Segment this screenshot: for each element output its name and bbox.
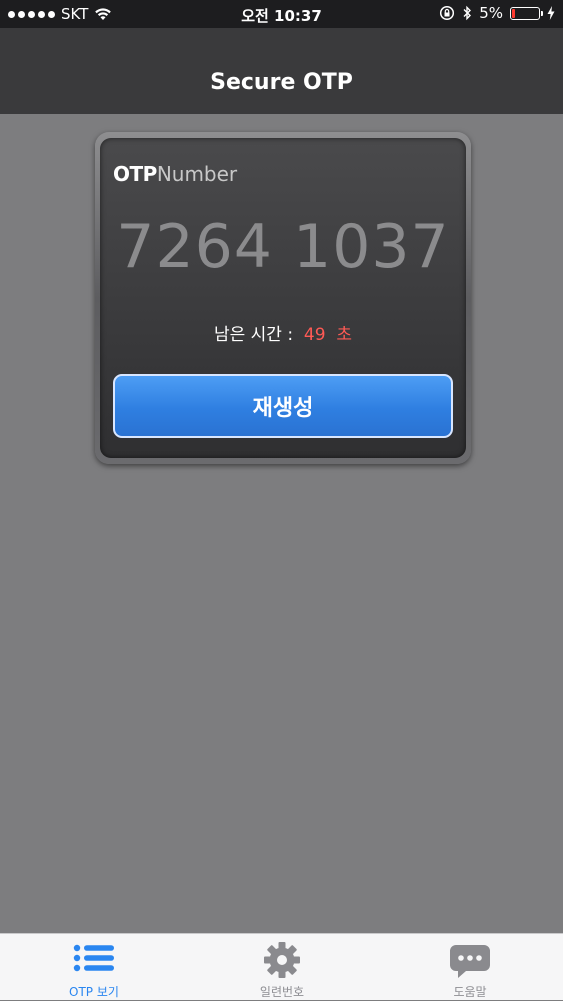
status-right: 5% [439, 4, 555, 22]
status-bar: SKT 오전 10:37 5% [0, 0, 563, 28]
charging-bolt-icon [547, 6, 555, 20]
remaining-time-label: 남은 시간 : [213, 325, 294, 345]
page-title: Secure OTP [210, 70, 353, 95]
otp-card: OTPNumber 7264 1037 남은 시간 : 49 초 재생성 [100, 138, 466, 458]
otp-label-bold: OTP [113, 162, 157, 186]
tab-label: OTP 보기 [69, 985, 119, 999]
tab-help[interactable]: 도움말 [376, 934, 563, 1001]
regenerate-button[interactable]: 재생성 [113, 374, 453, 438]
otp-label-light: Number [156, 162, 238, 186]
bluetooth-icon [463, 5, 472, 21]
list-icon [73, 944, 114, 972]
tab-bar: OTP 보기 일련번호 도움말 [0, 933, 563, 1000]
remaining-unit: 초 [336, 325, 352, 345]
navigation-bar: Secure OTP [0, 28, 563, 114]
tab-serial-number[interactable]: 일련번호 [188, 934, 376, 1001]
battery-icon [510, 6, 543, 20]
gear-icon [264, 942, 300, 978]
tab-otp-view[interactable]: OTP 보기 [0, 934, 188, 1001]
remaining-seconds: 49 [303, 325, 326, 345]
tab-label: 일련번호 [259, 985, 305, 999]
otp-number-label: OTPNumber [113, 162, 237, 186]
rotation-lock-icon [440, 5, 455, 21]
chat-bubble-icon [450, 945, 490, 978]
battery-percent: 5% [479, 4, 503, 22]
otp-number: 7264 1037 [116, 212, 450, 282]
remaining-time: 남은 시간 : 49 초 [100, 320, 466, 345]
otp-card-frame: OTPNumber 7264 1037 남은 시간 : 49 초 재생성 [95, 132, 471, 464]
tab-label: 도움말 [453, 985, 487, 999]
